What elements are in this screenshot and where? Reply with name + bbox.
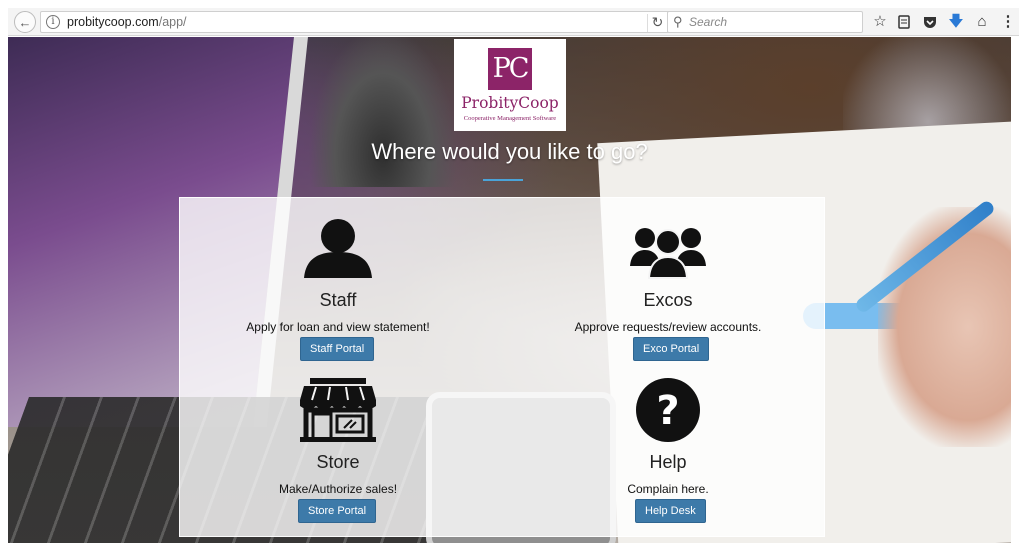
search-placeholder: Search bbox=[689, 15, 728, 29]
page-bottom-edge bbox=[8, 543, 1011, 553]
url-bar[interactable]: i probitycoop.com/app/ ↻ bbox=[40, 11, 670, 33]
search-icon: ⚲ bbox=[673, 14, 683, 29]
download-icon[interactable]: 🡇 bbox=[946, 12, 966, 32]
reload-icon[interactable]: ↻ bbox=[647, 14, 667, 32]
logo-mark: PC bbox=[488, 48, 532, 90]
svg-text:?: ? bbox=[656, 388, 679, 434]
browser-toolbar: ← i probitycoop.com/app/ ↻ ⚲ Search ☆ 🡇 … bbox=[8, 8, 1019, 36]
portal-description: Approve requests/review accounts. bbox=[574, 320, 762, 334]
portal-description: Make/Authorize sales! bbox=[278, 482, 398, 496]
portal-card-help: ? Help Complain here. Help Desk bbox=[518, 378, 818, 528]
back-arrow-icon[interactable]: ← bbox=[14, 11, 36, 33]
storefront-icon bbox=[298, 378, 378, 443]
store-portal-button[interactable]: Store Portal bbox=[298, 499, 377, 523]
logo-tagline: Cooperative Management Software bbox=[463, 115, 557, 122]
portal-title: Store bbox=[316, 452, 360, 472]
url-text: probitycoop.com/app/ bbox=[67, 15, 187, 29]
group-icon bbox=[628, 216, 708, 280]
logo-name: ProbityCoop bbox=[461, 94, 559, 112]
portal-card-store: Store Make/Authorize sales! Store Portal bbox=[188, 378, 488, 528]
question-icon: ? bbox=[628, 378, 708, 442]
pocket-icon[interactable] bbox=[920, 12, 940, 32]
exco-portal-button[interactable]: Exco Portal bbox=[633, 337, 710, 361]
home-icon[interactable]: ⌂ bbox=[972, 12, 992, 32]
portal-title: Staff bbox=[319, 290, 357, 310]
bookmark-star-icon[interactable]: ☆ bbox=[870, 12, 890, 32]
page-title: Where would you like to go? bbox=[371, 139, 648, 164]
portal-title: Excos bbox=[643, 290, 693, 310]
portal-card-staff: Staff Apply for loan and view statement!… bbox=[188, 216, 488, 366]
portal-title: Help bbox=[649, 452, 687, 472]
info-icon[interactable]: i bbox=[46, 15, 60, 29]
page-background: PC ProbityCoop Cooperative Management So… bbox=[8, 37, 1011, 543]
url-path: /app/ bbox=[158, 15, 187, 29]
url-host: probitycoop.com bbox=[67, 15, 159, 29]
search-input[interactable]: ⚲ Search bbox=[667, 11, 863, 33]
staff-portal-button[interactable]: Staff Portal bbox=[300, 337, 375, 361]
user-icon bbox=[298, 216, 378, 280]
menu-icon[interactable]: ⋮ bbox=[998, 12, 1018, 32]
portal-description: Apply for loan and view statement! bbox=[246, 320, 430, 334]
portal-description: Complain here. bbox=[627, 482, 709, 496]
title-underline bbox=[483, 179, 523, 181]
logo[interactable]: PC ProbityCoop Cooperative Management So… bbox=[454, 39, 566, 131]
help-desk-button[interactable]: Help Desk bbox=[635, 499, 706, 523]
portal-card-excos: Excos Approve requests/review accounts. … bbox=[518, 216, 818, 366]
reading-list-icon[interactable] bbox=[894, 12, 914, 32]
portal-panel: Staff Apply for loan and view statement!… bbox=[179, 197, 825, 537]
